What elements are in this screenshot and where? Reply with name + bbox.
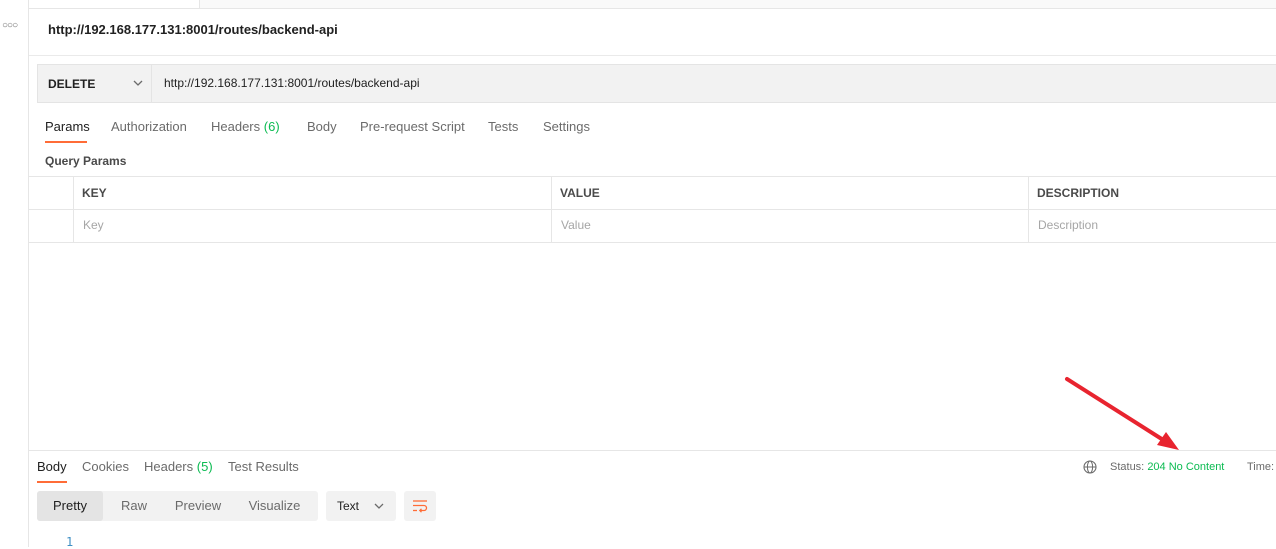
- active-tab-indicator: [45, 141, 87, 143]
- table-border: [73, 176, 74, 243]
- table-border: [29, 242, 1276, 243]
- tab-params[interactable]: Params: [45, 119, 90, 134]
- table-border: [29, 209, 1276, 210]
- tab-strip: [29, 0, 1276, 9]
- chevron-down-icon: [374, 503, 384, 509]
- active-tab[interactable]: [29, 0, 200, 8]
- tab-label: Pre-request Script: [360, 119, 465, 134]
- tab-count-badge: (6): [263, 119, 280, 134]
- response-tab-test-results[interactable]: Test Results: [228, 459, 299, 474]
- active-response-tab-indicator: [37, 481, 67, 483]
- tab-label: Headers: [211, 119, 261, 134]
- tab-label: Body: [37, 459, 67, 474]
- column-header-value: VALUE: [560, 186, 600, 200]
- request-title[interactable]: http://192.168.177.131:8001/routes/backe…: [48, 22, 338, 37]
- chevron-down-icon: [133, 80, 143, 86]
- annotation-arrow-icon: [1065, 377, 1179, 450]
- globe-icon[interactable]: [1083, 460, 1097, 474]
- format-label: Text: [337, 499, 360, 513]
- value-input[interactable]: Value: [561, 218, 591, 232]
- table-border: [29, 176, 1276, 177]
- status-label: Status:: [1110, 461, 1145, 473]
- view-mode-raw[interactable]: Raw: [103, 491, 165, 521]
- tab-label: Cookies: [82, 459, 129, 474]
- status-code: 204 No Content: [1147, 461, 1225, 473]
- tab-label: Test Results: [228, 459, 299, 474]
- table-border: [1028, 176, 1029, 243]
- description-input[interactable]: Description: [1038, 218, 1098, 232]
- format-select[interactable]: Text: [326, 491, 396, 521]
- response-status[interactable]: Status: 204 No Content: [1110, 461, 1224, 473]
- request-tabs: Params Authorization Headers (6) Body Pr…: [0, 119, 1276, 143]
- method-select[interactable]: DELETE: [37, 64, 152, 103]
- view-mode-visualize[interactable]: Visualize: [231, 491, 318, 521]
- column-header-key: KEY: [82, 186, 107, 200]
- response-time[interactable]: Time:: [1247, 461, 1274, 473]
- tab-settings[interactable]: Settings: [543, 119, 590, 134]
- key-input[interactable]: Key: [83, 218, 104, 232]
- tab-pre-request-script[interactable]: Pre-request Script: [360, 119, 465, 134]
- wrap-lines-button[interactable]: [404, 491, 436, 521]
- tab-label: Headers: [144, 459, 194, 474]
- tab-body[interactable]: Body: [307, 119, 337, 134]
- method-label: DELETE: [48, 77, 96, 91]
- response-tab-headers[interactable]: Headers (5): [144, 459, 213, 474]
- tab-label: Body: [307, 119, 337, 134]
- view-mode-pretty[interactable]: Pretty: [37, 491, 103, 521]
- tab-authorization[interactable]: Authorization: [111, 119, 187, 134]
- view-mode-preview[interactable]: Preview: [165, 491, 231, 521]
- tab-label: Authorization: [111, 119, 187, 134]
- tab-label: Params: [45, 119, 90, 134]
- tab-tests[interactable]: Tests: [488, 119, 518, 134]
- url-input[interactable]: http://192.168.177.131:8001/routes/backe…: [164, 76, 420, 90]
- tab-label: Tests: [488, 119, 519, 134]
- more-dots-icon[interactable]: ○○○: [2, 20, 18, 31]
- time-label: Time:: [1247, 461, 1275, 473]
- response-tab-cookies[interactable]: Cookies: [82, 459, 129, 474]
- wrap-lines-icon: [413, 500, 428, 513]
- tab-headers[interactable]: Headers (6): [211, 119, 280, 134]
- tab-count-badge: (5): [196, 459, 213, 474]
- response-tabs: Body Cookies Headers (5) Test Results: [0, 459, 700, 483]
- column-header-description: DESCRIPTION: [1037, 186, 1120, 200]
- query-params-title: Query Params: [45, 154, 127, 168]
- view-mode-selector: Pretty Raw Preview Visualize: [37, 491, 318, 521]
- tab-label: Settings: [543, 119, 590, 134]
- divider: [29, 55, 1276, 56]
- table-border: [551, 176, 552, 243]
- response-tab-body[interactable]: Body: [37, 459, 67, 474]
